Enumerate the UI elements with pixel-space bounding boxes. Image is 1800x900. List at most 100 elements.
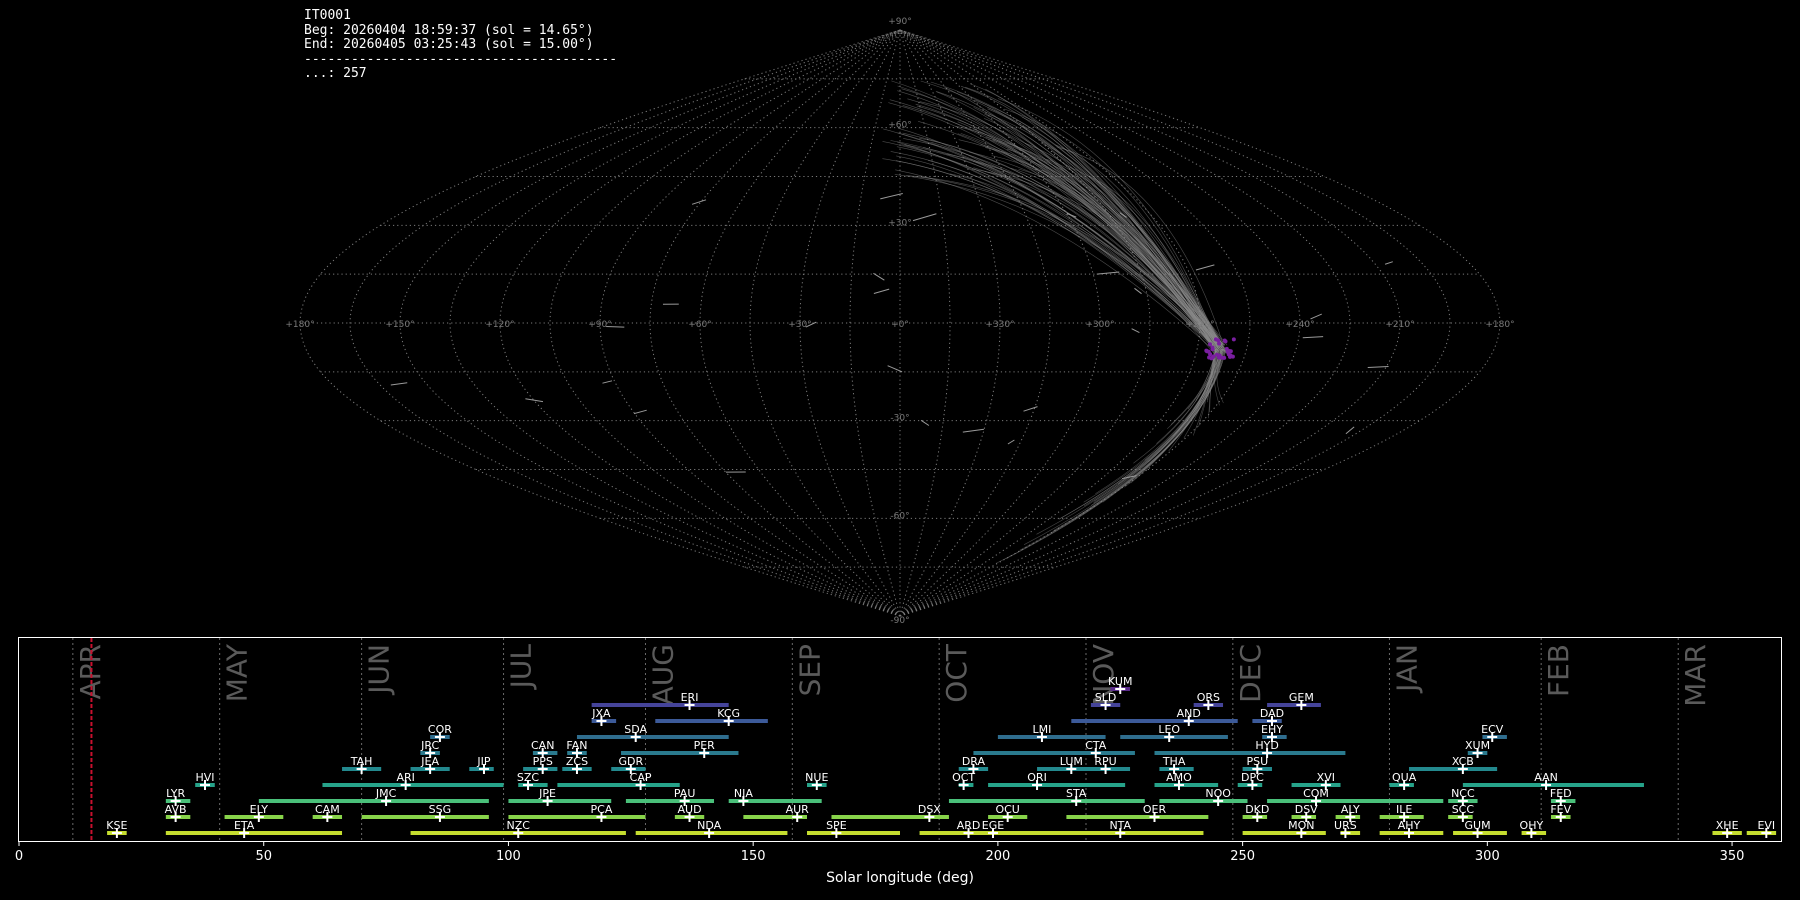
shower-label: LUM [1060,755,1083,768]
shower-label: ORS [1197,691,1220,704]
shower-label: STA [1066,787,1087,800]
shower-bar [621,751,739,755]
shower-label: KSE [106,819,127,832]
shower-label: ALY [1341,803,1360,816]
shower-bar [625,799,715,803]
shower-label: XUM [1465,739,1490,752]
shower-label: ORI [1027,771,1047,784]
shower-label: FAN [566,739,587,752]
shower-label: KUM [1108,675,1132,688]
shower-label: SDA [624,723,647,736]
shower-label: ILE [1396,803,1412,816]
shower-label: DRA [962,755,986,768]
shower-label: CAP [630,771,652,784]
shower-bar [1154,751,1346,755]
shower-label: PER [694,739,716,752]
shower-label: JPE [538,787,556,800]
shower-bar [655,719,768,723]
shower-label: PAU [674,787,696,800]
shower-label: DPC [1241,771,1264,784]
shower-label: EVI [1757,819,1775,832]
shower-label: DSV [1295,803,1318,816]
shower-label: JXA [591,707,611,720]
shower-label: OCT [952,771,975,784]
shower-label: SLD [1095,691,1117,704]
month-label: OCT [940,643,973,703]
shower-label: CTA [1085,739,1107,752]
shower-label: FED [1550,787,1572,800]
shower-label: XVI [1317,771,1335,784]
shower-label: AUD [678,803,702,816]
month-label: JUL [505,644,538,691]
month-label: MAY [221,643,254,702]
x-tick-label: 350 [1720,849,1745,864]
shower-label: ARD [957,819,981,832]
shower-label: NDA [697,819,722,832]
shower-label: COR [428,723,452,736]
shower-label: KCG [717,707,740,720]
shower-label: DKD [1245,803,1269,816]
shower-label: NIA [734,787,753,800]
shower-label: CAM [315,803,340,816]
shower-label: SPE [826,819,847,832]
shower-label: AUR [786,803,810,816]
shower-label: NTA [1109,819,1131,832]
month-label: JAN [1390,644,1423,694]
x-tick-label: 150 [741,849,766,864]
shower-bar [988,783,1126,787]
shower-bar [997,735,1106,739]
shower-label: URS [1334,819,1357,832]
shower-label: RPU [1094,755,1116,768]
shower-label: LMI [1033,723,1052,736]
shower-bar [807,831,900,835]
shower-label: EGE [982,819,1004,832]
shower-label: NZC [507,819,531,832]
shower-bar [576,735,729,739]
month-label: APR [74,644,107,700]
shower-label: PSU [1246,755,1268,768]
shower-label: QUA [1392,771,1417,784]
shower-label: JRC [420,739,439,752]
shower-label: AHY [1398,819,1421,832]
shower-label: LEO [1158,723,1180,736]
month-label: JUN [363,644,396,696]
shower-label: DAD [1260,707,1284,720]
x-axis: 0 50 100 150 200 250 300 350 [15,841,1745,864]
shower-label: ARI [396,771,414,784]
shower-label: XCB [1452,755,1474,768]
shower-bar [948,799,1145,803]
shower-bar [258,799,489,803]
month-label: FEB [1542,644,1575,697]
shower-label: JIP [476,755,490,768]
shower-label: JMC [375,787,397,800]
shower-label: ERI [681,691,699,704]
shower-label: TAH [350,755,373,768]
shower-label: NOO [1205,787,1231,800]
month-label: AUG [646,644,679,705]
shower-label: LYR [166,787,185,800]
shower-label: ETA [234,819,255,832]
shower-timeline: APR MAY JUN JUL AUG SEP OCT NOV DEC JAN FEB MAR KSE… [15,637,1782,886]
month-label: MAR [1679,644,1712,707]
shower-label: NCC [1451,787,1475,800]
shower-label: SZC [517,771,540,784]
shower-bar [508,799,612,803]
shower-label: ECV [1481,723,1504,736]
shower-label: HYD [1255,739,1278,752]
shower-bar [1066,815,1209,819]
timeline-frame [18,637,1782,842]
x-tick-label: 50 [255,849,272,864]
shower-bar [361,815,489,819]
shower-label: OER [1143,803,1167,816]
shower-label: OHY [1520,819,1544,832]
shower-label: HVI [195,771,214,784]
x-axis-label: Solar longitude (deg) [826,870,974,886]
shower-label: AND [1177,707,1201,720]
shower-bar [973,751,1135,755]
shower-bar [1159,799,1248,803]
x-tick-label: 300 [1475,849,1500,864]
shower-label: SSG [429,803,452,816]
shower-label: GDR [618,755,643,768]
x-tick-label: 200 [985,849,1010,864]
month-label: SEP [793,644,826,696]
